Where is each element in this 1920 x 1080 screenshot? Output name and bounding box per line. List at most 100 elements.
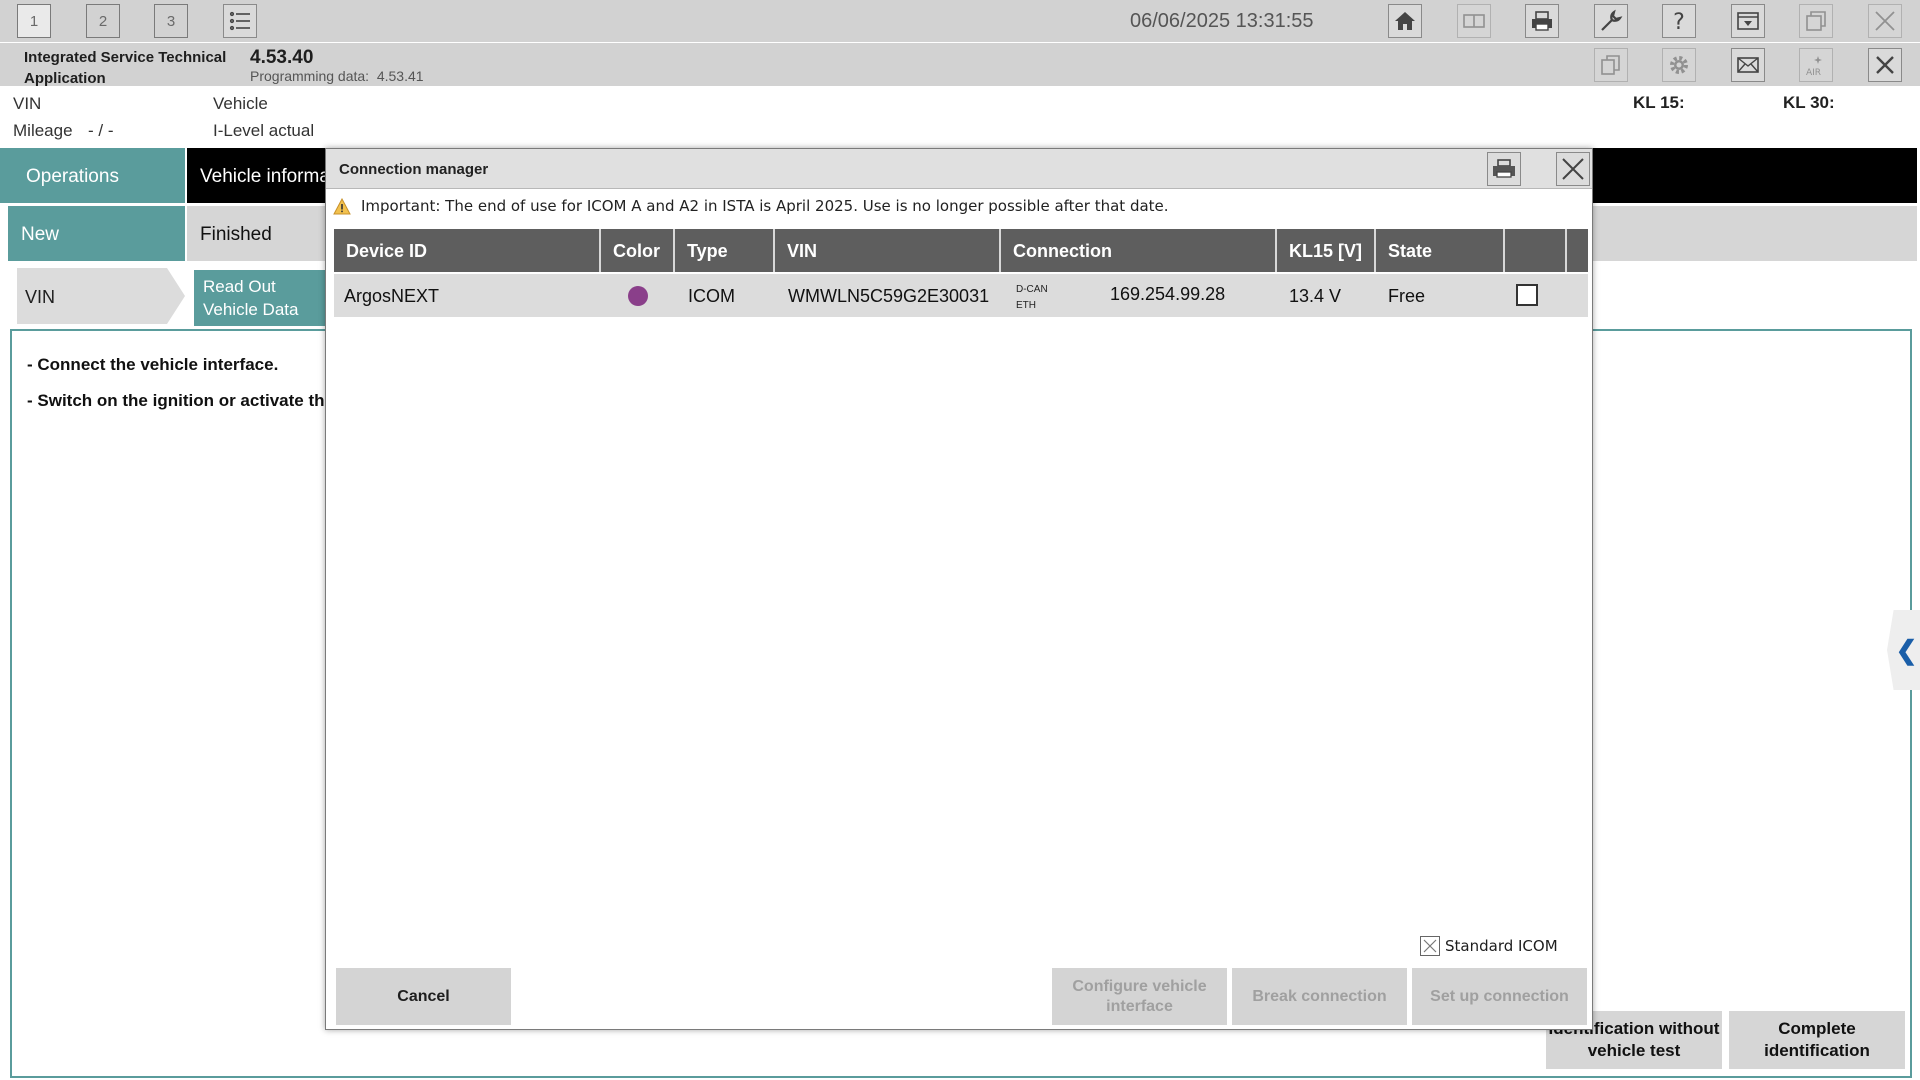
programming-data-label: Programming data:	[250, 68, 370, 84]
connection-manager-dialog: Connection manager Important: The end of…	[325, 148, 1593, 1030]
warning-text: Important: The end of use for ICOM A and…	[361, 197, 1169, 215]
mileage-value: - / -	[88, 121, 114, 140]
step-vin[interactable]: VIN	[17, 268, 185, 324]
step-read-out-vehicle-data[interactable]: Read Out Vehicle Data	[194, 270, 334, 326]
print-icon	[1493, 159, 1515, 178]
tab-operations[interactable]: Operations	[0, 148, 185, 203]
dialog-close-button[interactable]	[1556, 152, 1590, 186]
cell-device-id: ArgosNEXT	[344, 286, 440, 306]
read-out-line1: Read Out	[203, 277, 276, 296]
chevron-left-icon: ❮	[1895, 634, 1918, 665]
complete-line1: Complete	[1778, 1019, 1856, 1038]
set-up-connection-button[interactable]: Set up connection	[1412, 968, 1587, 1025]
session-tab-2[interactable]: 2	[86, 4, 120, 38]
print-button[interactable]	[1525, 4, 1559, 38]
programming-data-version: 4.53.41	[376, 68, 424, 84]
ident-without-line2: vehicle test	[1587, 1041, 1681, 1060]
tab-new[interactable]: New	[8, 206, 185, 261]
close-session-button[interactable]	[1868, 48, 1902, 82]
col-vin[interactable]: VIN	[775, 229, 1001, 272]
col-select[interactable]	[1505, 229, 1567, 272]
datetime-display: 06/06/2025 13:31:55	[1130, 10, 1314, 32]
col-type[interactable]: Type	[675, 229, 775, 272]
svg-text:AIR: AIR	[1806, 68, 1821, 77]
table-row[interactable]: ArgosNEXT ICOM WMWLN5C59G2E30031 D-CAN E…	[334, 274, 1588, 317]
complete-line2: identification	[1764, 1041, 1870, 1060]
vehicle-label: Vehicle	[213, 94, 268, 113]
configure-line2: interface	[1106, 997, 1173, 1015]
close-icon	[1875, 11, 1895, 31]
kl15-label: KL 15:	[1633, 93, 1685, 112]
programming-data: Programming data: 4.53.41	[250, 68, 424, 84]
help-button[interactable]: ?	[1662, 4, 1696, 38]
mail-button[interactable]	[1731, 48, 1765, 82]
col-extra	[1567, 229, 1588, 272]
close-app-button[interactable]	[1868, 4, 1902, 38]
protocol-eth: ETH	[1016, 300, 1036, 311]
col-state[interactable]: State	[1376, 229, 1505, 272]
dialog-print-button[interactable]	[1487, 152, 1521, 186]
cell-type: ICOM	[688, 286, 735, 306]
list-icon	[229, 11, 250, 31]
instruction-connect: - Connect the vehicle interface.	[27, 355, 279, 374]
configure-vehicle-interface-button[interactable]: Configure vehicle interface	[1052, 968, 1227, 1025]
standard-icom-option[interactable]: Standard ICOM	[1420, 936, 1558, 956]
cell-color	[628, 286, 648, 306]
wrench-icon	[1601, 9, 1623, 31]
col-color[interactable]: Color	[601, 229, 675, 272]
help-icon: ?	[1673, 10, 1685, 33]
cancel-button[interactable]: Cancel	[336, 968, 511, 1025]
copy-icon	[1601, 55, 1620, 75]
standard-icom-label: Standard ICOM	[1445, 937, 1558, 955]
dialog-title: Connection manager	[339, 161, 489, 178]
session-tab-1[interactable]: 1	[17, 4, 51, 38]
dropdown-menu-button[interactable]	[1731, 4, 1765, 38]
close-icon	[1562, 158, 1584, 180]
mail-icon	[1737, 57, 1759, 73]
break-connection-button[interactable]: Break connection	[1232, 968, 1407, 1025]
home-button[interactable]	[1388, 4, 1422, 38]
kl30-label: KL 30:	[1783, 93, 1835, 112]
vin-label: VIN	[13, 94, 42, 113]
protocol-dcan: D-CAN	[1016, 284, 1048, 295]
compare-button[interactable]	[1457, 4, 1491, 38]
app-title-line1: Integrated Service Technical	[24, 49, 227, 66]
list-view-button[interactable]	[223, 4, 257, 38]
col-kl15[interactable]: KL15 [V]	[1277, 229, 1376, 272]
cell-ip: 169.254.99.28	[1110, 284, 1226, 304]
copy-button[interactable]	[1594, 48, 1628, 82]
close-icon	[1876, 56, 1894, 74]
settings-button[interactable]	[1662, 48, 1696, 82]
configure-line1: Configure vehicle	[1072, 977, 1207, 995]
svg-text:?: ?	[1673, 10, 1685, 33]
dialog-header	[326, 149, 1592, 189]
window-icon	[1806, 11, 1826, 31]
app-title: Integrated Service Technical Application	[24, 47, 226, 89]
dropdown-menu-icon	[1737, 12, 1759, 30]
compare-icon	[1463, 14, 1485, 28]
top-toolbar	[0, 0, 1920, 42]
air-button[interactable]: AIR	[1799, 48, 1833, 82]
cell-state: Free	[1388, 286, 1426, 306]
cell-connection-protocols: D-CAN ETH	[1016, 282, 1048, 314]
home-icon	[1395, 12, 1415, 30]
side-panel-toggle[interactable]: ❮	[1887, 610, 1920, 690]
row-select-checkbox[interactable]	[1516, 284, 1538, 306]
device-color-dot	[628, 286, 648, 306]
complete-identification-button[interactable]: Complete identification	[1729, 1011, 1905, 1069]
service-functions-button[interactable]	[1594, 4, 1628, 38]
col-device-id[interactable]: Device ID	[334, 229, 601, 272]
table-header: Device ID Color Type VIN Connection KL15…	[334, 229, 1588, 272]
window-button[interactable]	[1799, 4, 1833, 38]
cell-vin: WMWLN5C59G2E30031	[788, 286, 990, 306]
col-connection[interactable]: Connection	[1001, 229, 1277, 272]
mileage-label: Mileage	[13, 121, 73, 140]
warning-icon	[333, 197, 351, 214]
air-icon: AIR	[1806, 56, 1822, 77]
checkbox-icon[interactable]	[1420, 936, 1440, 956]
app-version: 4.53.40	[250, 47, 314, 68]
print-icon	[1532, 11, 1552, 31]
app-title-line2: Application	[24, 70, 106, 87]
ilevel-label: I-Level actual	[213, 121, 315, 140]
session-tab-3[interactable]: 3	[154, 4, 188, 38]
